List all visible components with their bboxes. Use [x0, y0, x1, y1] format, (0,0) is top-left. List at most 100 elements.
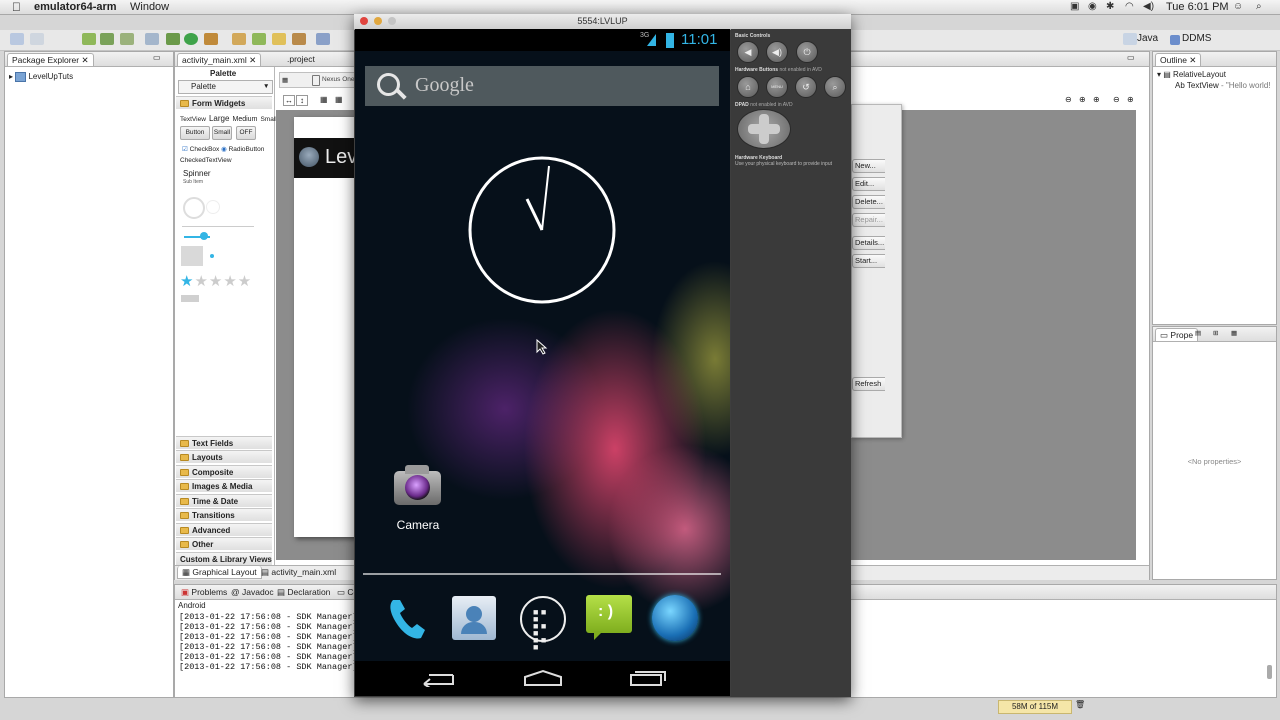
properties-tab[interactable]: ▭ Prope — [1155, 328, 1199, 341]
tab-project[interactable]: .project — [283, 53, 319, 65]
tab-javadoc[interactable]: @ Javadoc — [227, 586, 278, 598]
console-scrollbar[interactable] — [1267, 665, 1272, 679]
messaging-app-icon[interactable]: : ) — [586, 595, 632, 640]
filter-icon[interactable]: ▦ — [1231, 329, 1237, 337]
back-button-icon[interactable] — [421, 671, 457, 687]
trash-icon[interactable]: 🗑 — [1075, 700, 1085, 709]
search-hw-icon[interactable]: ⌕ — [824, 76, 846, 98]
back-hw-icon[interactable]: ↺ — [795, 76, 817, 98]
expand-arrow-icon[interactable]: ▸ — [9, 72, 13, 81]
dropbox-icon[interactable]: ▣ — [1070, 1, 1079, 12]
user-icon[interactable]: ☺ — [1233, 1, 1243, 12]
widget-spinner[interactable]: Spinner — [183, 169, 211, 178]
lint-icon[interactable] — [120, 33, 134, 45]
save-icon[interactable] — [30, 33, 44, 45]
avd-manager-icon[interactable] — [100, 33, 114, 45]
palette-category-other[interactable]: Other — [176, 537, 272, 550]
palette-category-text-fields[interactable]: Text Fields — [176, 436, 272, 449]
minimize-icon[interactable]: ▭ — [153, 53, 161, 62]
zoom-in-icon[interactable]: ⊕ — [1127, 95, 1134, 104]
debug-icon[interactable] — [166, 33, 180, 45]
layout-icon[interactable]: ▦ — [335, 95, 343, 104]
google-search-bar[interactable]: Google — [365, 66, 719, 106]
heap-status[interactable]: 58M of 115M — [998, 700, 1072, 714]
widget-button[interactable]: Button — [180, 126, 210, 140]
close-icon[interactable]: ✕ — [81, 55, 88, 65]
tab-xml-source[interactable]: ▤ activity_main.xml — [257, 566, 340, 578]
close-icon[interactable]: ✕ — [249, 55, 256, 65]
widget-small-button[interactable]: Small — [212, 126, 232, 140]
app-menu[interactable]: emulator64-arm — [34, 1, 117, 13]
widget-medium[interactable]: Medium — [233, 116, 258, 123]
avd-details-button[interactable]: Details... — [852, 236, 885, 250]
open-type-icon[interactable] — [252, 33, 266, 45]
open-perspective-icon[interactable] — [1123, 33, 1137, 45]
record-icon[interactable]: ◉ — [1088, 1, 1097, 12]
palette-category-custom[interactable]: Custom & Library Views — [176, 552, 272, 565]
palette-category-layouts[interactable]: Layouts — [176, 450, 272, 463]
spotlight-icon[interactable]: ⌕ — [1256, 1, 1262, 12]
project-item-leveluptuts[interactable]: LevelUpTuts — [28, 72, 73, 81]
android-screen[interactable]: 3G 11:01 Google Camera ■ ■ ■ ■ ■ ■ ■ ■ ■… — [355, 29, 730, 696]
contacts-app-icon[interactable] — [452, 596, 496, 640]
wifi-icon[interactable]: ◠ — [1125, 1, 1134, 12]
zoom-fit-icon[interactable]: ⊕ — [1093, 95, 1100, 104]
outline-tab[interactable]: Outline ✕ — [1155, 53, 1202, 66]
expand-icon[interactable]: ⊞ — [1213, 329, 1218, 337]
home-hw-icon[interactable]: ⌂ — [737, 76, 759, 98]
zoom-reset-icon[interactable]: ⊖ — [1113, 95, 1120, 104]
textview-widget-row[interactable]: TextView Large Medium Small — [180, 112, 277, 124]
analog-clock-widget[interactable] — [467, 155, 617, 305]
browser-app-icon[interactable] — [652, 595, 698, 641]
perspective-java[interactable]: Java — [1137, 33, 1158, 44]
dpad-control[interactable] — [737, 109, 791, 149]
power-icon[interactable]: ⏻ — [796, 41, 818, 63]
grid-icon[interactable]: ▦ — [320, 95, 328, 104]
palette-dropdown[interactable]: Palette ▼ — [178, 80, 273, 94]
palette-category-advanced[interactable]: Advanced — [176, 523, 272, 536]
tab-activity-main[interactable]: activity_main.xml ✕ — [177, 53, 262, 66]
widget-checkedtextview[interactable]: CheckedTextView — [180, 157, 232, 164]
avd-repair-button[interactable]: Repair... — [852, 213, 885, 227]
avd-refresh-button[interactable]: Refresh — [852, 377, 885, 391]
volume-down-icon[interactable]: ◀ — [737, 41, 759, 63]
new-class-icon[interactable] — [232, 33, 246, 45]
window-menu[interactable]: Window — [130, 1, 169, 13]
home-button-icon[interactable] — [523, 669, 563, 687]
palette-category-images-media[interactable]: Images & Media — [176, 479, 272, 492]
zoom-window-icon[interactable] — [388, 17, 396, 25]
bluetooth-icon[interactable]: ✱ — [1106, 1, 1114, 12]
tab-declaration[interactable]: ▤ Declaration — [273, 586, 334, 598]
all-apps-button[interactable]: ■ ■ ■ ■ ■ ■ ■ ■ ■ — [520, 596, 566, 652]
widget-radio[interactable]: RadioButton — [229, 146, 265, 153]
fit-width-icon[interactable]: ↔ — [283, 95, 295, 106]
widget-checkbox[interactable]: CheckBox — [190, 146, 220, 153]
avd-new-button[interactable]: New... — [852, 159, 885, 173]
perspective-ddms[interactable]: DDMS — [1182, 33, 1211, 44]
zoom-real-icon[interactable]: ⊕ — [1079, 95, 1086, 104]
zoom-out-icon[interactable]: ⊖ — [1065, 95, 1072, 104]
run-icon[interactable] — [184, 33, 198, 45]
volume-icon[interactable]: ◀) — [1143, 1, 1154, 12]
phone-app-icon[interactable] — [385, 594, 433, 642]
widget-small[interactable]: Small — [260, 116, 276, 123]
avd-delete-button[interactable]: Delete... — [852, 195, 885, 209]
widget-toggle-button[interactable]: OFF — [236, 126, 256, 140]
tab-problems[interactable]: ▣ Problems — [177, 586, 231, 598]
fit-height-icon[interactable]: ↕ — [296, 95, 308, 106]
annotation-icon[interactable] — [292, 33, 306, 45]
outline-child[interactable]: Ab TextView - "Hello world! — [1175, 81, 1271, 90]
tab-graphical-layout[interactable]: ▦ Graphical Layout — [177, 566, 262, 579]
widget-large[interactable]: Large — [209, 114, 229, 123]
package-explorer-tab[interactable]: Package Explorer ✕ — [7, 53, 94, 66]
menubar-clock[interactable]: Tue 6:01 PM — [1166, 1, 1229, 13]
volume-up-icon[interactable]: ◀) — [766, 41, 788, 63]
widget-textview[interactable]: TextView — [180, 116, 206, 123]
close-window-icon[interactable] — [360, 17, 368, 25]
palette-category-transitions[interactable]: Transitions — [176, 508, 272, 521]
widget-switch[interactable] — [181, 295, 199, 302]
palette-category-time-date[interactable]: Time & Date — [176, 494, 272, 507]
avd-start-button[interactable]: Start... — [852, 254, 885, 268]
maximize-icon[interactable]: ▭ — [1127, 53, 1135, 62]
close-icon[interactable]: ✕ — [1187, 55, 1196, 65]
